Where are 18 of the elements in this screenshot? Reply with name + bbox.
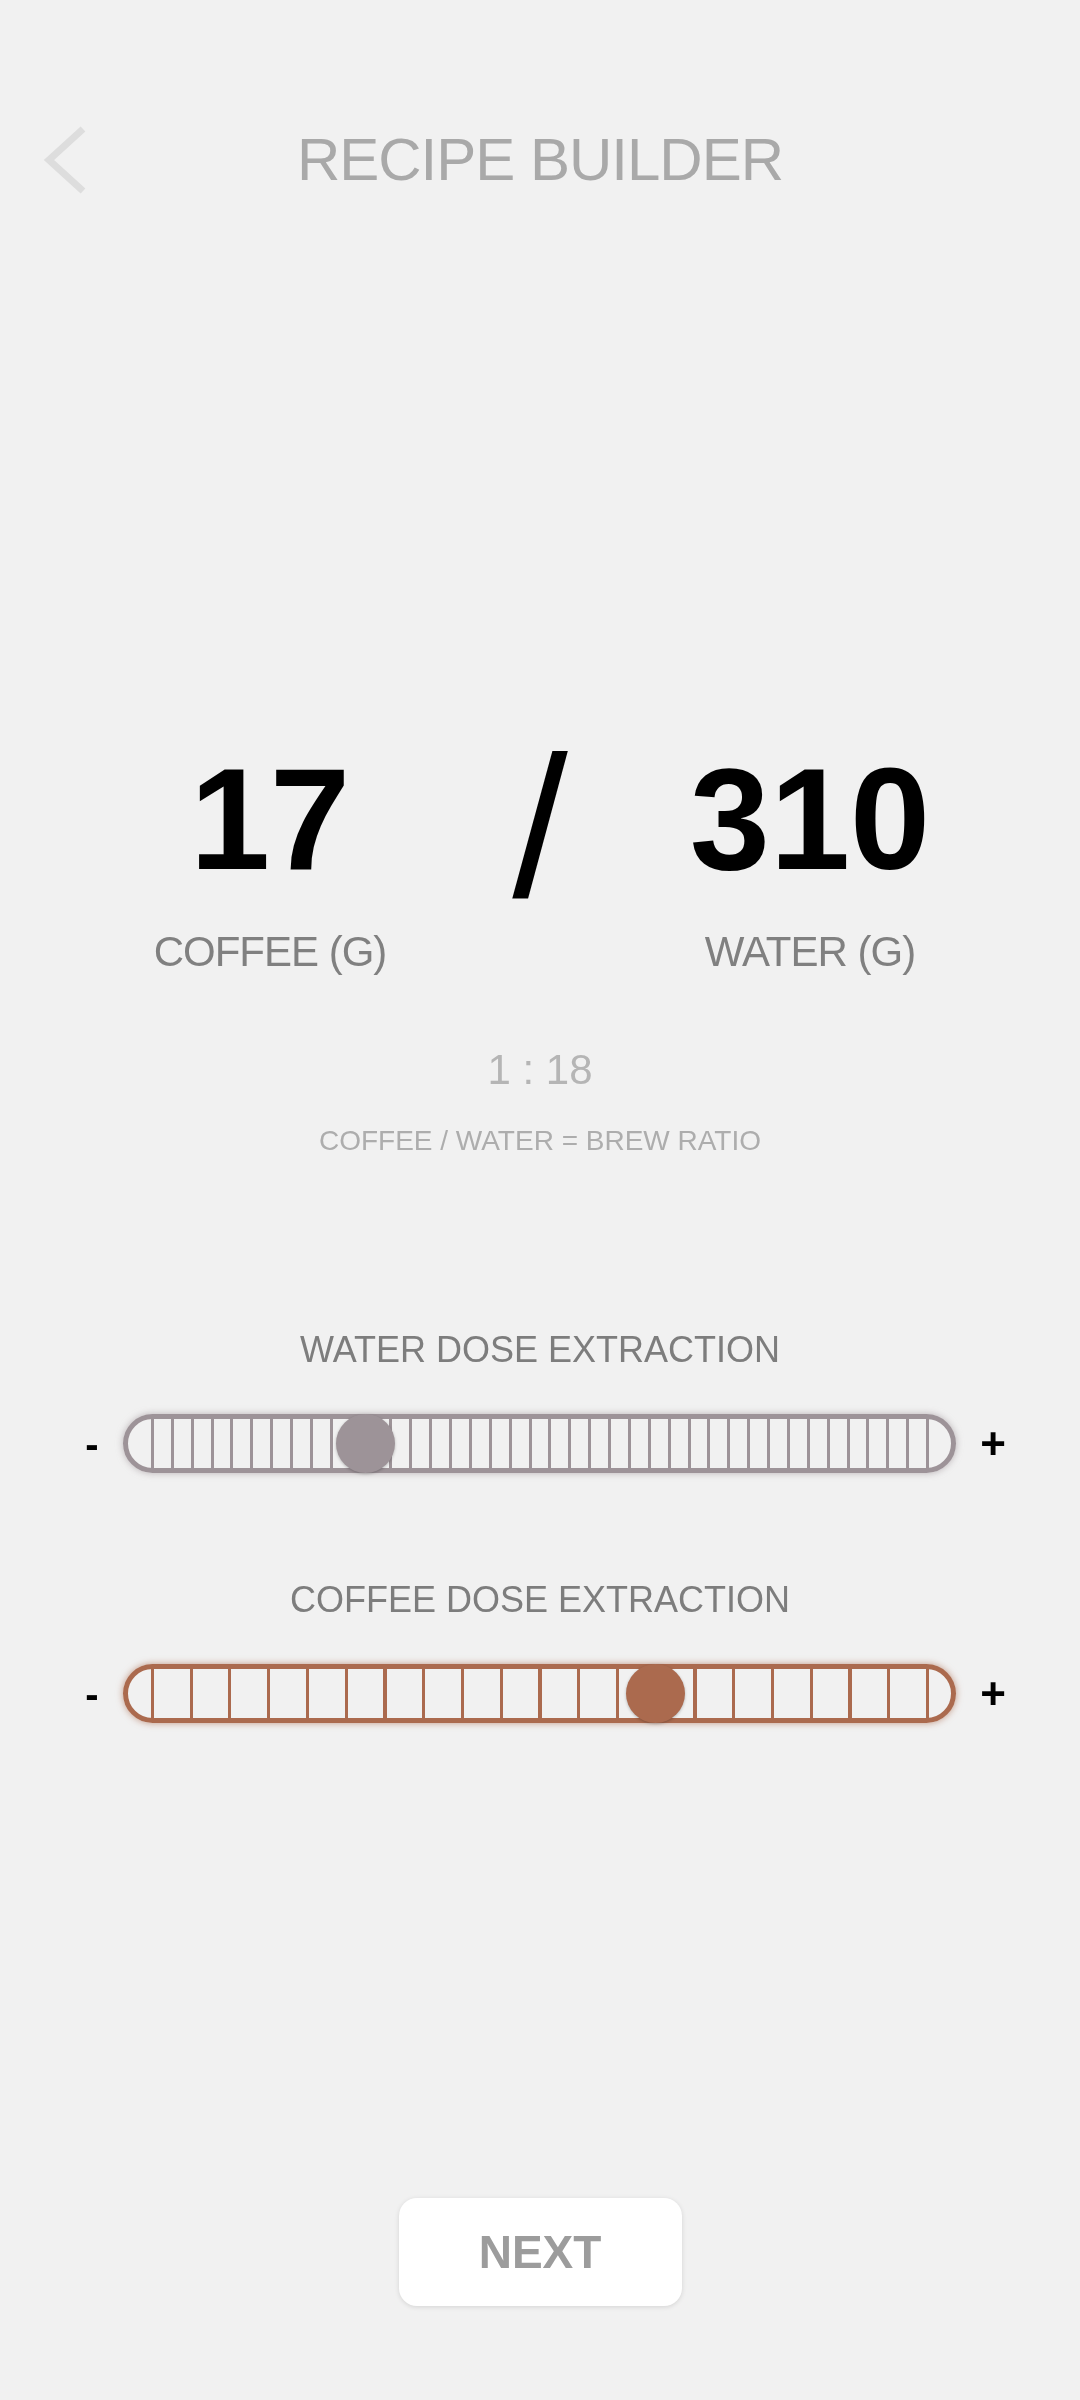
decrease-button[interactable]: - [72,1664,112,1723]
slider-track[interactable] [123,1664,956,1723]
slider-thumb[interactable] [626,1664,686,1723]
slider-thumb[interactable] [335,1414,395,1473]
increase-button[interactable]: + [973,1414,1013,1473]
coffee-label: COFFEE (G) [153,931,387,973]
water-amount: 310 [689,748,931,892]
water-label: WATER (G) [704,931,916,973]
ratio-separator: / [512,727,568,927]
slider-title: WATER DOSE EXTRACTION [300,1332,780,1368]
decrease-button[interactable]: - [72,1414,112,1473]
increase-button[interactable]: + [973,1664,1013,1723]
ratio-caption: COFFEE / WATER = BREW RATIO [318,1127,762,1155]
brew-ratio: 1 : 18 [487,1049,593,1091]
slider-track[interactable] [123,1414,956,1473]
page-title: RECIPE BUILDER [296,130,784,190]
coffee-amount: 17 [189,748,351,892]
slider-title: COFFEE DOSE EXTRACTION [289,1582,790,1618]
